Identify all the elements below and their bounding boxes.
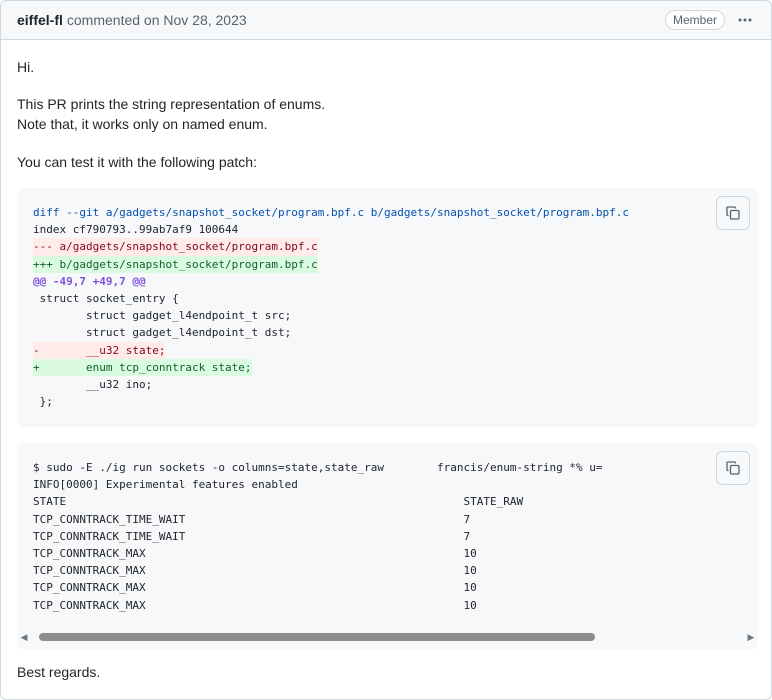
code-line: + enum tcp_conntrack state;: [33, 358, 252, 377]
copy-icon: [726, 461, 740, 475]
test-intro-text: You can test it with the following patch…: [17, 154, 257, 170]
description-line: Note that, it works only on named enum.: [17, 116, 268, 132]
output-line: TCP_CONNTRACK_MAX 10: [33, 547, 477, 561]
output-line: TCP_CONNTRACK_TIME_WAIT 7: [33, 529, 471, 543]
role-badge: Member: [664, 10, 725, 30]
scrollbar-track[interactable]: [31, 630, 744, 644]
description-paragraph: This PR prints the string representation…: [17, 94, 325, 134]
output-line: INFO[0000] Experimental features enabled: [33, 478, 298, 492]
code-line: struct gadget_l4endpoint_t src;: [33, 309, 292, 323]
scroll-left-icon[interactable]: ◀: [17, 630, 31, 644]
horizontal-scrollbar[interactable]: ◀ ▶: [17, 630, 758, 644]
code-line: struct socket_entry {: [33, 292, 179, 306]
closing-text: Best regards.: [17, 664, 101, 680]
copy-button[interactable]: [716, 451, 750, 485]
output-line: TCP_CONNTRACK_MAX 10: [33, 564, 477, 578]
copy-button[interactable]: [716, 196, 750, 230]
code-line: --- a/gadgets/snapshot_socket/program.bp…: [33, 238, 318, 256]
code-line: - __u32 state;: [33, 341, 166, 359]
author-link[interactable]: eiffel-fl: [17, 12, 63, 28]
diff-code-block: diff --git a/gadgets/snapshot_socket/pro…: [17, 188, 758, 427]
copy-icon: [726, 206, 740, 220]
scroll-right-icon[interactable]: ▶: [744, 630, 758, 644]
output-line: TCP_CONNTRACK_MAX 10: [33, 598, 477, 612]
description-line: This PR prints the string representation…: [17, 96, 326, 112]
comment-card: eiffel-fl commented on Nov 28, 2023 Memb…: [0, 0, 772, 700]
terminal-output-block: $ sudo -E ./ig run sockets -o columns=st…: [17, 443, 758, 649]
code-line: @@ -49,7 +49,7 @@: [33, 274, 146, 288]
code-line: __u32 ino;: [33, 378, 153, 392]
output-line: TCP_CONNTRACK_MAX 10: [33, 581, 477, 595]
output-line: STATE STATE_RAW: [33, 495, 524, 509]
code-line: diff --git a/gadgets/snapshot_socket/pro…: [33, 206, 630, 219]
kebab-horizontal-icon[interactable]: [735, 10, 755, 30]
comment-timestamp[interactable]: commented on Nov 28, 2023: [67, 12, 247, 28]
code-line: +++ b/gadgets/snapshot_socket/program.bp…: [33, 255, 318, 273]
terminal-output: $ sudo -E ./ig run sockets -o columns=st…: [17, 443, 758, 630]
code-line: index cf790793..99ab7af9 100644: [33, 223, 239, 237]
comment-header: eiffel-fl commented on Nov 28, 2023 Memb…: [1, 1, 771, 40]
greeting-text: Hi.: [17, 59, 35, 75]
output-line: $ sudo -E ./ig run sockets -o columns=st…: [33, 461, 603, 474]
scrollbar-thumb[interactable]: [39, 633, 595, 641]
output-line: TCP_CONNTRACK_TIME_WAIT 7: [33, 512, 471, 526]
diff-code: diff --git a/gadgets/snapshot_socket/pro…: [17, 188, 758, 426]
code-line: struct gadget_l4endpoint_t dst;: [33, 326, 292, 340]
code-line: };: [33, 395, 53, 409]
